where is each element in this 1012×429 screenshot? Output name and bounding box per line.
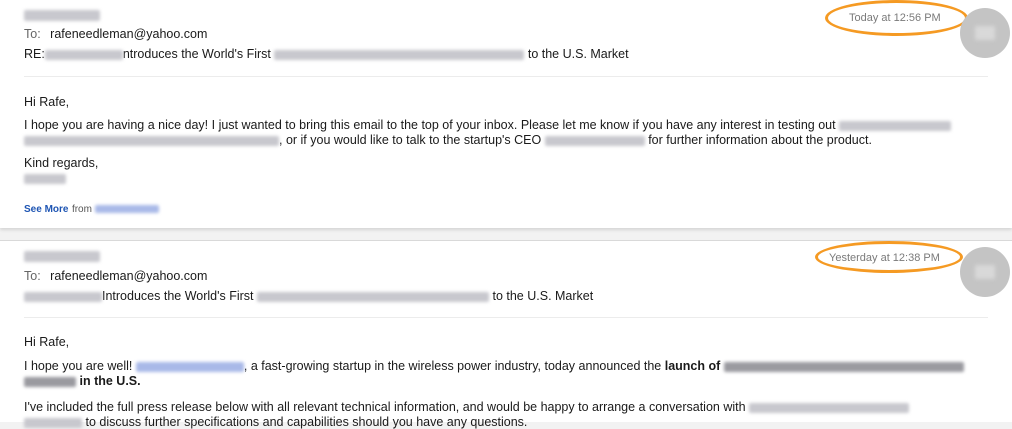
to-label: To: [24, 27, 41, 41]
body-text: I hope you are having a nice day! I just… [24, 118, 836, 132]
redacted-text [723, 361, 964, 372]
redacted-text [274, 49, 525, 60]
redacted-text [24, 291, 102, 302]
subject-end: to the U.S. Market [527, 47, 629, 61]
body-bold-text: in the U.S. [79, 374, 141, 388]
see-more-link[interactable]: See More [24, 204, 68, 215]
subject-line: RE: ntroduces the World's First to the U.… [24, 47, 629, 61]
header-divider [24, 317, 988, 318]
redacted-text [24, 376, 76, 387]
to-address[interactable]: rafeneedleman@yahoo.com [50, 269, 207, 283]
body-line: in the U.S. [24, 374, 141, 388]
body-line: to discuss further specifications and ca… [24, 415, 527, 429]
email-message-1[interactable]: To: rafeneedleman@yahoo.com RE: ntroduces… [0, 0, 1012, 228]
sender-name-redacted [24, 251, 100, 262]
body-text: I've included the full press release bel… [24, 400, 746, 414]
subject-line: Introduces the World's First to the U.S.… [24, 289, 593, 303]
body-bold-text: launch of [664, 359, 721, 373]
header-divider [24, 76, 988, 77]
see-more-row: See More from [24, 201, 160, 215]
signoff: Kind regards, [24, 156, 99, 170]
subject-end: to the U.S. Market [492, 289, 594, 303]
from-label: from [71, 204, 92, 215]
body-text: to discuss further specifications and ca… [85, 415, 528, 429]
to-label: To: [24, 269, 41, 283]
body-line: I hope you are having a nice day! I just… [24, 118, 952, 132]
email-message-2[interactable]: To: rafeneedleman@yahoo.com Introduces t… [0, 240, 1012, 429]
redacted-text [24, 417, 82, 428]
to-address[interactable]: rafeneedleman@yahoo.com [50, 27, 207, 41]
body-text: , a fast-growing startup in the wireless… [243, 359, 662, 373]
subject-text: ntroduces the World's First [122, 47, 271, 61]
annotation-highlight-ring [815, 241, 963, 273]
body-text: I hope you are well! [24, 359, 133, 373]
redacted-text[interactable] [95, 204, 160, 213]
body-text: , or if you would like to talk to the st… [279, 133, 542, 147]
redacted-text [44, 49, 123, 60]
recipient-line: To: rafeneedleman@yahoo.com [24, 269, 207, 283]
avatar[interactable] [960, 8, 1010, 58]
body-text: for further information about the produc… [648, 133, 872, 147]
redacted-text [544, 135, 645, 146]
annotation-highlight-ring [825, 0, 968, 36]
redacted-text [24, 135, 279, 146]
redacted-text [257, 291, 489, 302]
body-line: I hope you are well! , a fast-growing st… [24, 359, 964, 373]
body-line: I've included the full press release bel… [24, 400, 910, 414]
recipient-line: To: rafeneedleman@yahoo.com [24, 27, 207, 41]
avatar[interactable] [960, 247, 1010, 297]
sender-name-redacted [24, 10, 100, 21]
redacted-text [749, 402, 910, 413]
greeting: Hi Rafe, [24, 335, 70, 349]
signature-redacted [24, 174, 66, 184]
subject-text: Introduces the World's First [102, 289, 254, 303]
subject-prefix: RE: [24, 47, 45, 61]
redacted-text [839, 120, 952, 131]
redacted-link[interactable] [135, 361, 244, 372]
greeting: Hi Rafe, [24, 95, 70, 109]
body-line: , or if you would like to talk to the st… [24, 133, 872, 147]
